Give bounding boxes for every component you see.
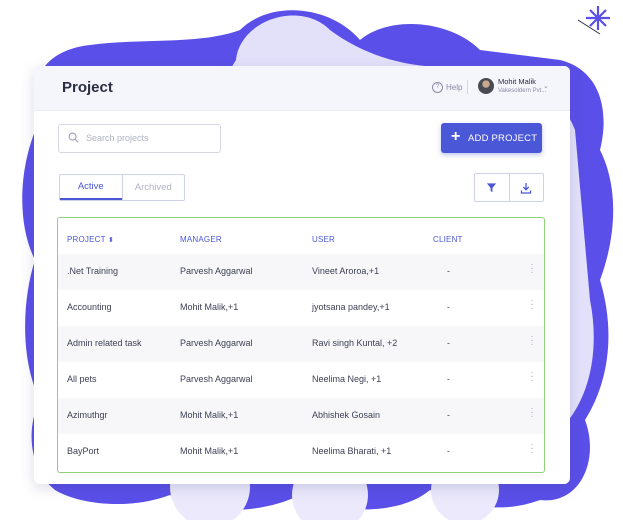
cell-project: Azimuthgr <box>67 410 108 420</box>
cell-client: - <box>447 302 450 312</box>
table-row[interactable]: BayPort Mohit Malik,+1 Neelima Bharati, … <box>58 434 544 470</box>
cell-manager: Mohit Malik,+1 <box>180 446 239 456</box>
add-project-button[interactable]: + ADD PROJECT <box>441 123 542 153</box>
cell-project: .Net Training <box>67 266 119 276</box>
page-title: Project <box>62 79 113 96</box>
chevron-down-icon[interactable]: ⌄ <box>543 82 549 90</box>
search-icon <box>68 132 79 143</box>
column-header-manager[interactable]: MANAGER <box>180 235 222 244</box>
row-menu-icon[interactable]: · · · <box>530 368 534 386</box>
cell-manager: Mohit Malik,+1 <box>180 410 239 420</box>
table-tools <box>474 173 544 202</box>
add-project-label: ADD PROJECT <box>468 133 538 144</box>
row-menu-icon[interactable]: · · · <box>530 440 534 458</box>
tab-archived[interactable]: Archived <box>121 175 185 200</box>
row-menu-icon[interactable]: · · · <box>530 296 534 314</box>
search-input[interactable]: Search projects <box>58 124 221 153</box>
row-menu-icon[interactable]: · · · <box>530 260 534 278</box>
projects-table: PROJECT ⬍ MANAGER USER CLIENT .Net Train… <box>57 217 545 473</box>
cell-client: - <box>447 446 450 456</box>
column-header-client[interactable]: CLIENT <box>433 235 463 244</box>
header-divider <box>467 80 468 94</box>
row-menu-icon[interactable]: · · · <box>530 332 534 350</box>
column-header-project[interactable]: PROJECT ⬍ <box>67 235 114 244</box>
cell-project: All pets <box>67 374 97 384</box>
cell-manager: Parvesh Aggarwal <box>180 266 253 276</box>
window-header: Project ? Help Mohit Malik Vakesoldern P… <box>34 66 570 111</box>
cell-manager: Mohit Malik,+1 <box>180 302 239 312</box>
filter-icon <box>487 183 497 193</box>
cell-user: Abhishek Gosain <box>312 410 381 420</box>
column-header-user[interactable]: USER <box>312 235 335 244</box>
plus-icon: + <box>451 128 461 145</box>
cell-project: Admin related task <box>67 338 142 348</box>
table-row[interactable]: Accounting Mohit Malik,+1 jyotsana pande… <box>58 290 544 326</box>
cell-user: Vineet Aroroa,+1 <box>312 266 380 276</box>
download-icon <box>521 182 532 194</box>
search-placeholder: Search projects <box>86 133 149 143</box>
cell-client: - <box>447 266 450 276</box>
tab-active[interactable]: Active <box>60 175 122 200</box>
table-row[interactable]: All pets Parvesh Aggarwal Neelima Negi, … <box>58 362 544 398</box>
avatar[interactable] <box>478 78 494 94</box>
cell-project: BayPort <box>67 446 100 456</box>
sort-icon[interactable]: ⬍ <box>108 237 114 244</box>
cell-project: Accounting <box>67 302 112 312</box>
help-link[interactable]: ? Help <box>432 82 462 93</box>
cell-client: - <box>447 374 450 384</box>
cell-manager: Parvesh Aggarwal <box>180 374 253 384</box>
table-row[interactable]: Azimuthgr Mohit Malik,+1 Abhishek Gosain… <box>58 398 544 434</box>
cell-user: jyotsana pandey,+1 <box>312 302 390 312</box>
user-name[interactable]: Mohit Malik <box>498 77 536 86</box>
help-label: Help <box>446 83 463 92</box>
column-header-label: PROJECT <box>67 235 106 244</box>
cell-user: Neelima Bharati, +1 <box>312 446 392 456</box>
status-tabs: Active Archived <box>59 174 185 201</box>
table-row[interactable]: Admin related task Parvesh Aggarwal Ravi… <box>58 326 544 362</box>
cell-client: - <box>447 338 450 348</box>
cell-user: Neelima Negi, +1 <box>312 374 382 384</box>
table-row[interactable]: .Net Training Parvesh Aggarwal Vineet Ar… <box>58 254 544 290</box>
cell-user: Ravi singh Kuntal, +2 <box>312 338 398 348</box>
user-company: Vakesoldern Pvt... <box>498 88 547 94</box>
row-menu-icon[interactable]: · · · <box>530 404 534 422</box>
download-button[interactable] <box>508 174 544 201</box>
help-icon: ? <box>432 82 443 93</box>
cell-manager: Parvesh Aggarwal <box>180 338 253 348</box>
filter-button[interactable] <box>475 174 509 201</box>
projects-window: Project ? Help Mohit Malik Vakesoldern P… <box>34 66 570 484</box>
cell-client: - <box>447 410 450 420</box>
